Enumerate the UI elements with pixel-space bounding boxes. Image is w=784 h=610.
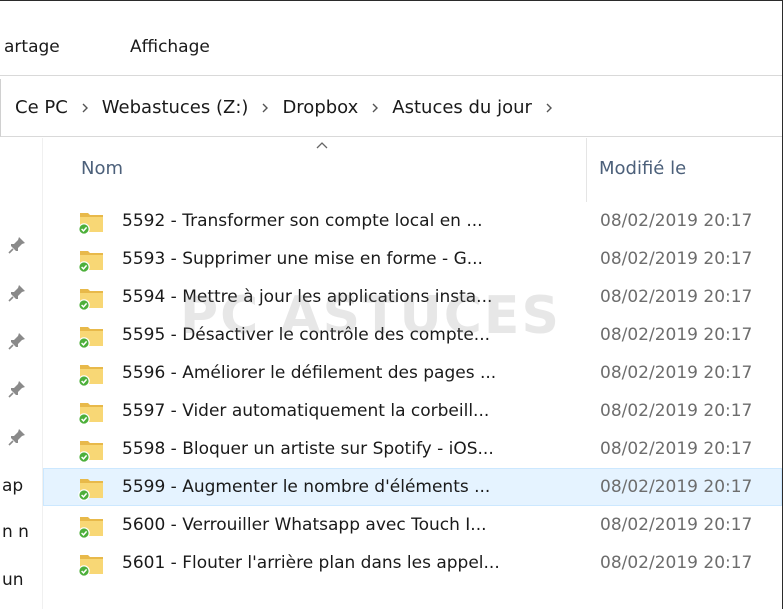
synced-folder-icon [78,441,103,463]
synced-folder-icon [78,289,103,311]
navigation-pane: ap n n un [0,138,43,609]
synced-folder-icon [78,251,103,273]
list-item[interactable]: 5597 - Vider automatiquement la corbeill… [43,392,782,430]
list-item[interactable]: 5593 - Supprimer une mise en forme - G..… [43,240,782,278]
file-modified-date: 08/02/2019 20:17 [600,553,753,573]
chevron-right-icon[interactable] [534,100,564,116]
list-item[interactable]: 5601 - Flouter l'arrière plan dans les a… [43,544,782,582]
list-item[interactable]: 5599 - Augmenter le nombre d'éléments ..… [43,468,782,506]
pin-icon[interactable] [6,378,28,400]
breadcrumb-item-dropbox[interactable]: Dropbox [280,97,360,118]
sort-ascending-icon [316,142,328,149]
chevron-right-icon[interactable] [360,100,390,116]
breadcrumb-item-astuces-du-jour[interactable]: Astuces du jour [390,97,534,118]
list-item[interactable]: 5592 - Transformer son compte local en .… [43,202,782,240]
column-header-name[interactable]: Nom [81,158,123,179]
pin-icon[interactable] [6,330,28,352]
breadcrumb[interactable]: Ce PC Webastuces (Z:) Dropbox Astuces du… [0,79,782,137]
file-name: 5592 - Transformer son compte local en .… [122,211,483,231]
synced-folder-icon [78,365,103,387]
file-modified-date: 08/02/2019 20:17 [600,477,753,497]
tab-affichage[interactable]: Affichage [130,37,210,57]
nav-item-label[interactable]: un [2,570,24,590]
file-name: 5597 - Vider automatiquement la corbeill… [122,401,490,421]
synced-folder-icon [78,213,103,235]
nav-item-label[interactable]: ap [2,476,23,496]
file-name: 5593 - Supprimer une mise en forme - G..… [122,249,483,269]
ribbon-divider [0,75,782,76]
file-modified-date: 08/02/2019 20:17 [600,325,753,345]
list-item[interactable]: 5596 - Améliorer le défilement des pages… [43,354,782,392]
pin-icon[interactable] [6,426,28,448]
file-name: 5599 - Augmenter le nombre d'éléments ..… [122,477,491,497]
file-modified-date: 08/02/2019 20:17 [600,401,753,421]
pin-icon[interactable] [6,282,28,304]
file-name: 5594 - Mettre à jour les applications in… [122,287,493,307]
synced-folder-icon [78,555,103,577]
synced-folder-icon [78,479,103,501]
list-item[interactable]: 5600 - Verrouiller Whatsapp avec Touch I… [43,506,782,544]
list-item[interactable]: 5595 - Désactiver le contrôle des compte… [43,316,782,354]
synced-folder-icon [78,517,103,539]
nav-item-label[interactable]: n n [2,522,29,542]
file-modified-date: 08/02/2019 20:17 [600,515,753,535]
file-modified-date: 08/02/2019 20:17 [600,439,753,459]
file-name: 5600 - Verrouiller Whatsapp avec Touch I… [122,515,487,535]
file-name: 5601 - Flouter l'arrière plan dans les a… [122,553,500,573]
file-modified-date: 08/02/2019 20:17 [600,249,753,269]
breadcrumb-item-ce-pc[interactable]: Ce PC [13,97,70,118]
file-explorer-window: artage Affichage Ce PC Webastuces (Z:) D… [0,0,783,609]
breadcrumb-item-webastuces[interactable]: Webastuces (Z:) [100,97,251,118]
column-header-modified[interactable]: Modifié le [599,158,686,179]
chevron-right-icon[interactable] [70,100,100,116]
file-modified-date: 08/02/2019 20:17 [600,363,753,383]
synced-folder-icon [78,327,103,349]
file-name: 5598 - Bloquer un artiste sur Spotify - … [122,439,494,459]
column-headers: Nom Modifié le [43,138,782,202]
file-name: 5596 - Améliorer le défilement des pages… [122,363,497,383]
pin-icon[interactable] [6,234,28,256]
file-list: 5592 - Transformer son compte local en .… [43,202,782,582]
list-item[interactable]: 5594 - Mettre à jour les applications in… [43,278,782,316]
ribbon: artage Affichage [0,1,782,75]
list-item[interactable]: 5598 - Bloquer un artiste sur Spotify - … [43,430,782,468]
chevron-right-icon[interactable] [250,100,280,116]
column-divider[interactable] [586,138,587,202]
file-modified-date: 08/02/2019 20:17 [600,287,753,307]
synced-folder-icon [78,403,103,425]
file-name: 5595 - Désactiver le contrôle des compte… [122,325,490,345]
file-modified-date: 08/02/2019 20:17 [600,211,753,231]
tab-partage[interactable]: artage [4,37,60,57]
